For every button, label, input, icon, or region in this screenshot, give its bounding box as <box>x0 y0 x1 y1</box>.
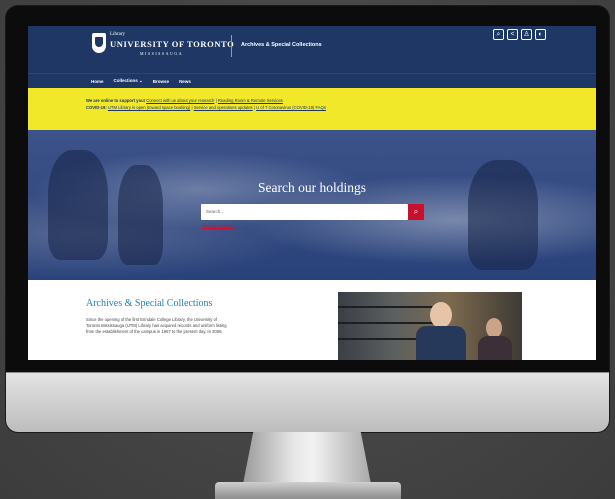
share-icon[interactable]: < <box>507 29 518 40</box>
separator: | <box>253 105 255 110</box>
photo-person <box>478 336 512 360</box>
campus-name: MISSISSAUGA <box>140 51 184 56</box>
divider <box>6 372 609 373</box>
alert-line-1: We are online to support you! Connect wi… <box>86 97 596 104</box>
hero-photo-figure <box>48 150 108 260</box>
photo-person <box>416 326 466 360</box>
section-title: Archives & Special Collections <box>86 298 213 309</box>
main-nav: Home Collections ⌄ Browse News <box>28 73 596 88</box>
separator: | <box>191 105 193 110</box>
hero-title: Search our holdings <box>258 180 366 195</box>
monitor-stand-base <box>215 482 401 499</box>
alert-covid-label: COVID-19: <box>86 105 107 110</box>
alert-link-space-booking[interactable]: UTM Library is open (toward space bookin… <box>108 105 190 110</box>
site-title[interactable]: Archives & Special Collections <box>241 42 322 48</box>
nav-item-news[interactable]: News <box>179 79 191 84</box>
search-icon[interactable]: ⌕ <box>493 29 504 40</box>
alert-line-2: COVID-19: UTM Library is open (toward sp… <box>86 104 596 111</box>
hero-banner: Search our holdings Search... ⌕ Advanced… <box>28 130 596 280</box>
nav-item-collections[interactable]: Collections ⌄ <box>114 78 143 84</box>
monitor-chin <box>6 372 609 432</box>
separator: | <box>215 98 217 103</box>
user-icon[interactable]: ♙ <box>521 29 532 40</box>
alert-link-research[interactable]: Connect with us about your research <box>146 98 214 103</box>
photo-person <box>486 318 502 338</box>
alert-banner: We are online to support you! Connect wi… <box>28 88 596 130</box>
alert-heading: We are online to support you! <box>86 98 146 103</box>
university-name[interactable]: UNIVERSITY OF TORONTO <box>110 39 234 49</box>
advanced-search-link[interactable]: Advanced Search <box>202 223 234 228</box>
divider <box>231 35 232 57</box>
monitor-stand <box>243 432 371 484</box>
alert-link-covid-faq[interactable]: U of T Coronavirus (COVID-19) FAQs <box>256 105 326 110</box>
alert-link-service-updates[interactable]: Service and operations updates <box>194 105 253 110</box>
about-section: Archives & Special Collections Since the… <box>28 280 596 360</box>
hero-photo-figure <box>468 160 538 270</box>
search-button[interactable]: ⌕ <box>408 204 424 220</box>
browser-viewport: Library UNIVERSITY OF TORONTO MISSISSAUG… <box>28 26 596 360</box>
body-line: from the establishment of the campus in … <box>86 329 223 335</box>
archive-photo <box>338 292 522 360</box>
photo-person <box>430 302 452 328</box>
nav-item-home[interactable]: Home <box>91 79 104 84</box>
alert-link-reading-room[interactable]: Reading Room & Remote Services <box>218 98 283 103</box>
site-header: Library UNIVERSITY OF TORONTO MISSISSAUG… <box>28 26 596 73</box>
contrast-icon[interactable]: ◐ <box>535 29 546 40</box>
crest-logo-icon[interactable] <box>92 33 106 53</box>
search-input[interactable]: Search... <box>201 204 408 220</box>
search-icon: ⌕ <box>413 207 419 216</box>
nav-item-browse[interactable]: Browse <box>153 79 169 84</box>
library-label: Library <box>110 32 125 37</box>
header-icon-group: ⌕ < ♙ ◐ <box>493 29 546 40</box>
section-body: Since the opening of the first Erindale … <box>86 317 336 336</box>
